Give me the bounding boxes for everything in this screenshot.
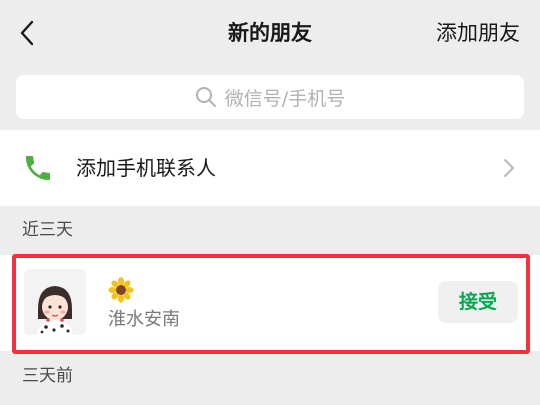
- page-title: 新的朋友: [228, 21, 312, 45]
- search-icon: [195, 87, 216, 107]
- avatar[interactable]: [24, 269, 86, 335]
- search-placeholder: 微信号/手机号: [224, 87, 346, 110]
- section-header-recent: 近三天: [22, 220, 73, 240]
- add-phone-contacts-item[interactable]: 添加手机联系人: [0, 130, 540, 206]
- navigation-bar: 新的朋友 添加朋友: [0, 0, 540, 66]
- back-button[interactable]: [10, 13, 44, 53]
- add-phone-contacts-label: 添加手机联系人: [76, 156, 216, 180]
- sunflower-emoji-icon: [108, 277, 134, 303]
- phone-icon: [26, 156, 50, 180]
- add-friend-button[interactable]: 添加朋友: [436, 15, 520, 51]
- section-header-earlier: 三天前: [22, 366, 73, 386]
- search-input[interactable]: 微信号/手机号: [16, 75, 524, 119]
- chevron-right-icon: [504, 159, 514, 177]
- avatar-image: [24, 269, 86, 335]
- accept-button[interactable]: 接受: [438, 281, 518, 323]
- friend-request-name: 淮水安南: [108, 309, 180, 330]
- friend-request-row[interactable]: 淮水安南 接受: [0, 255, 540, 351]
- chevron-left-icon: [20, 20, 34, 46]
